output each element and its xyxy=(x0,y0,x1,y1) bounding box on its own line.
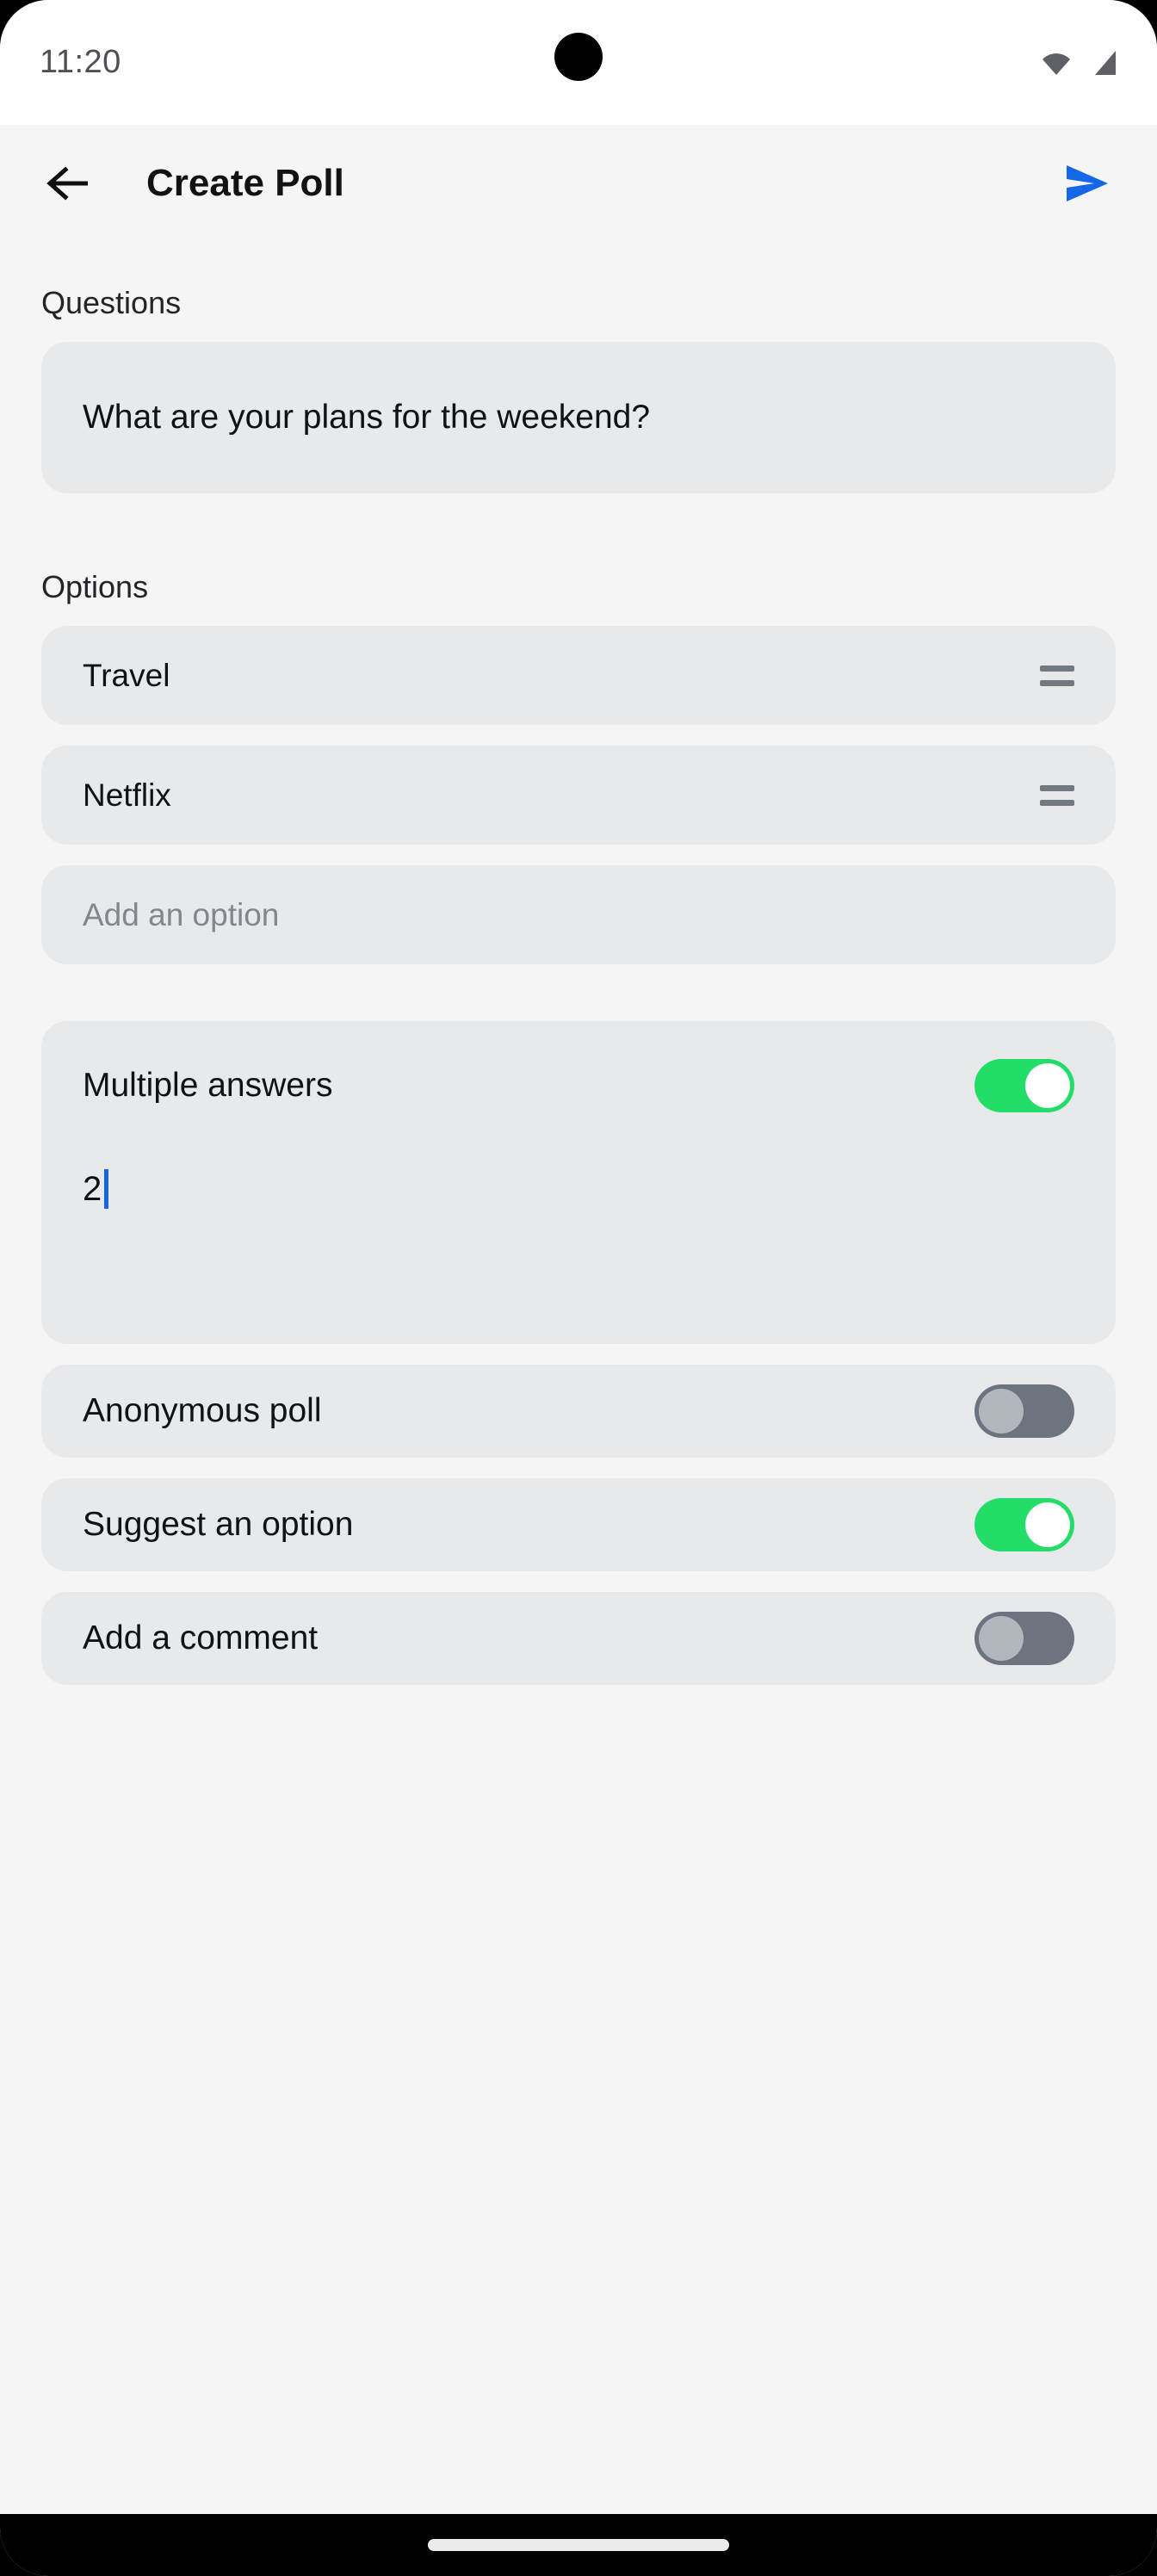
suggest-option-row: Suggest an option xyxy=(41,1478,1116,1571)
drag-handle-icon[interactable] xyxy=(1040,665,1074,686)
max-answers-input[interactable]: 2 xyxy=(83,1150,1074,1228)
app-bar: Create Poll xyxy=(0,125,1157,242)
system-navigation-bar xyxy=(0,2514,1157,2576)
anonymous-poll-label: Anonymous poll xyxy=(83,1392,322,1429)
question-value: What are your plans for the weekend? xyxy=(83,399,651,436)
add-option-input[interactable]: Add an option xyxy=(41,865,1116,964)
multiple-answers-toggle[interactable] xyxy=(974,1059,1074,1112)
suggest-option-toggle[interactable] xyxy=(974,1498,1074,1551)
camera-cutout-icon xyxy=(554,33,603,81)
status-bar: 11:20 xyxy=(0,0,1157,125)
option-row[interactable]: Travel xyxy=(41,626,1116,725)
add-comment-row: Add a comment xyxy=(41,1592,1116,1685)
send-poll-button[interactable] xyxy=(1054,151,1119,216)
drag-handle-icon[interactable] xyxy=(1040,784,1074,806)
text-cursor xyxy=(104,1169,109,1209)
phone-screen: 11:20 Create Poll Questions What are you… xyxy=(0,0,1157,2576)
poll-form: Questions What are your plans for the we… xyxy=(0,285,1157,1685)
option-value: Travel xyxy=(83,657,170,693)
anonymous-poll-row: Anonymous poll xyxy=(41,1365,1116,1458)
max-answers-value: 2 xyxy=(83,1169,102,1208)
options-section-label: Options xyxy=(41,569,149,604)
back-arrow-icon xyxy=(46,166,88,201)
send-icon xyxy=(1067,165,1108,201)
home-gesture-pill[interactable] xyxy=(428,2539,729,2551)
status-icons xyxy=(1040,49,1117,77)
add-option-placeholder: Add an option xyxy=(83,896,280,932)
suggest-option-label: Suggest an option xyxy=(83,1506,354,1543)
page-title: Create Poll xyxy=(146,162,344,204)
question-input[interactable]: What are your plans for the weekend? xyxy=(41,342,1116,493)
multiple-answers-card: Multiple answers 2 xyxy=(41,1021,1116,1344)
option-row[interactable]: Netflix xyxy=(41,746,1116,845)
option-value: Netflix xyxy=(83,777,171,813)
status-time: 11:20 xyxy=(40,44,121,80)
anonymous-poll-toggle[interactable] xyxy=(974,1384,1074,1438)
add-comment-label: Add a comment xyxy=(83,1619,319,1656)
multiple-answers-label: Multiple answers xyxy=(83,1067,333,1104)
back-button[interactable] xyxy=(38,152,100,214)
cellular-signal-icon xyxy=(1090,49,1117,77)
settings-section: Multiple answers 2 Anonymous poll Sugges… xyxy=(41,1021,1116,1685)
questions-section-label: Questions xyxy=(41,285,182,320)
wifi-icon xyxy=(1040,50,1073,76)
multiple-answers-row: Multiple answers xyxy=(83,1021,1074,1150)
add-comment-toggle[interactable] xyxy=(974,1612,1074,1665)
